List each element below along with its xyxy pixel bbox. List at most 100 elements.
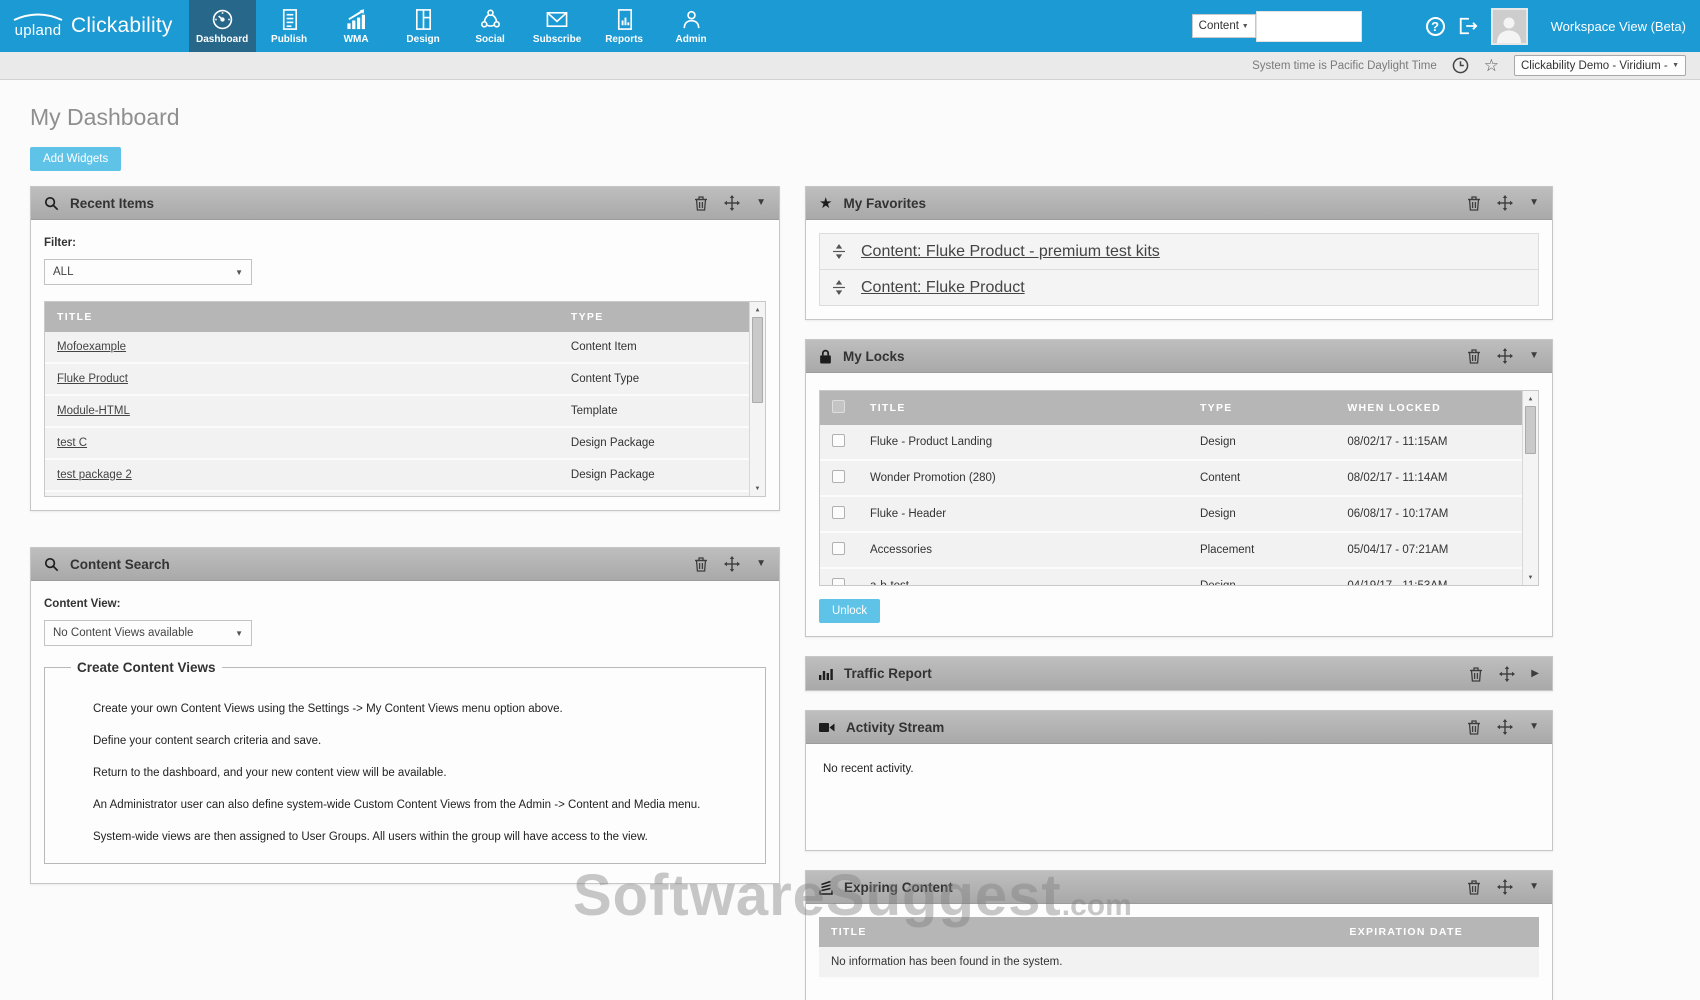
- column-header-type: TYPE: [559, 302, 749, 332]
- nav-item-subscribe[interactable]: Subscribe: [524, 0, 591, 52]
- nav-item-label: Publish: [271, 34, 307, 45]
- scrollbar-vertical[interactable]: ▼ ▼: [749, 302, 765, 496]
- content-search-header: Content Search: [31, 548, 779, 581]
- nav-utility-icons: ? Workspace View (Beta): [1426, 8, 1686, 45]
- upland-clickability-logo[interactable]: upland Clickability: [0, 0, 189, 52]
- scroll-down-icon[interactable]: ▼: [1523, 572, 1538, 585]
- move-widget-icon[interactable]: [1497, 195, 1513, 211]
- move-widget-icon[interactable]: [1499, 666, 1515, 682]
- delete-widget-icon[interactable]: [694, 195, 708, 211]
- content-view-select[interactable]: No Content Views available ▼: [44, 620, 252, 646]
- filter-value: ALL: [53, 266, 73, 278]
- drag-handle-icon[interactable]: [833, 280, 845, 295]
- my-favorites-widget: ★ My Favorites: [805, 186, 1553, 320]
- delete-widget-icon[interactable]: [1467, 719, 1481, 735]
- collapse-widget-icon[interactable]: ▼: [1529, 882, 1539, 892]
- nav-item-admin[interactable]: Admin: [658, 0, 725, 52]
- table-row: Fluke - Product Landing Design 08/02/17 …: [820, 425, 1522, 460]
- lock-title: Fluke - Header: [858, 496, 1188, 532]
- move-widget-icon[interactable]: [724, 556, 740, 572]
- collapse-widget-icon[interactable]: ▼: [1529, 198, 1539, 208]
- chevron-down-icon: ▼: [1242, 23, 1249, 30]
- nav-item-reports[interactable]: Reports: [591, 0, 658, 52]
- move-widget-icon[interactable]: [1497, 879, 1513, 895]
- scroll-up-icon[interactable]: ▼: [750, 302, 765, 315]
- lock-type: Content: [1188, 460, 1335, 496]
- dashboard-main: My Dashboard Add Widgets Recent Items: [0, 104, 1700, 1000]
- unlock-button[interactable]: Unlock: [819, 599, 880, 623]
- bar-chart-icon: [819, 667, 833, 681]
- recent-items-table-container: TITLE TYPE Mofoexample Content Item: [44, 301, 766, 497]
- move-widget-icon[interactable]: [1497, 719, 1513, 735]
- lock-type: Design: [1188, 496, 1335, 532]
- search-category-select[interactable]: Content ▼: [1192, 14, 1256, 38]
- workspace-selector[interactable]: Clickability Demo - Viridium - Cc ▼: [1514, 55, 1686, 76]
- favorite-row: Content: Fluke Product: [819, 269, 1539, 306]
- clock-icon[interactable]: [1452, 57, 1469, 74]
- row-checkbox[interactable]: [832, 434, 845, 447]
- table-row: Fluke Product Content Type: [45, 363, 749, 395]
- delete-widget-icon[interactable]: [1467, 348, 1481, 364]
- select-all-checkbox[interactable]: [832, 400, 845, 413]
- collapse-widget-icon[interactable]: ▼: [1529, 351, 1539, 361]
- row-checkbox[interactable]: [832, 506, 845, 519]
- column-header-title: TITLE: [45, 302, 559, 332]
- move-widget-icon[interactable]: [724, 195, 740, 211]
- recent-item-type: Content Item: [559, 332, 749, 363]
- scrollbar-thumb[interactable]: [1525, 406, 1536, 454]
- recent-item-link[interactable]: Fluke Product: [57, 373, 128, 385]
- instruction-text: System-wide views are then assigned to U…: [93, 831, 747, 843]
- my-locks-widget: My Locks: [805, 339, 1553, 637]
- add-widgets-button[interactable]: Add Widgets: [30, 147, 121, 171]
- nav-item-label: Social: [475, 34, 504, 45]
- recent-item-link[interactable]: test C: [57, 437, 87, 449]
- lock-title: Fluke - Product Landing: [858, 425, 1188, 460]
- collapse-widget-icon[interactable]: ▼: [756, 198, 766, 208]
- collapse-widget-icon[interactable]: ▼: [756, 559, 766, 569]
- logout-icon[interactable]: [1458, 16, 1478, 36]
- content-view-label: Content View:: [44, 598, 766, 610]
- nav-item-dashboard[interactable]: Dashboard: [189, 0, 256, 52]
- delete-widget-icon[interactable]: [1467, 195, 1481, 211]
- recent-item-link[interactable]: Module-HTML: [57, 405, 130, 417]
- row-checkbox[interactable]: [832, 578, 845, 586]
- row-checkbox[interactable]: [832, 470, 845, 483]
- collapse-widget-icon[interactable]: ▼: [1529, 722, 1539, 732]
- delete-widget-icon[interactable]: [1467, 879, 1481, 895]
- recent-items-filter-select[interactable]: ALL ▼: [44, 259, 252, 285]
- instruction-text: Return to the dashboard, and your new co…: [93, 767, 747, 779]
- nav-item-label: Reports: [605, 34, 643, 45]
- drag-handle-icon[interactable]: [833, 244, 845, 259]
- favorite-star-icon[interactable]: ☆: [1484, 57, 1499, 74]
- delete-widget-icon[interactable]: [1469, 666, 1483, 682]
- scrollbar-thumb[interactable]: [752, 317, 763, 403]
- row-checkbox[interactable]: [832, 542, 845, 555]
- widget-title: Recent Items: [70, 196, 154, 211]
- recent-item-link[interactable]: test package 2: [57, 469, 132, 481]
- lock-icon: [819, 349, 832, 364]
- user-avatar[interactable]: [1491, 8, 1528, 45]
- expand-widget-icon[interactable]: ▶: [1531, 669, 1539, 679]
- chevron-down-icon: ▼: [1672, 62, 1679, 69]
- traffic-report-header: Traffic Report: [806, 657, 1552, 690]
- nav-item-publish[interactable]: Publish: [256, 0, 323, 52]
- recent-item-link[interactable]: Mofoexample: [57, 341, 126, 353]
- move-widget-icon[interactable]: [1497, 348, 1513, 364]
- workspace-view-toggle[interactable]: Workspace View (Beta): [1551, 19, 1686, 34]
- table-row: Mofoexample Content Item: [45, 332, 749, 363]
- favorite-link[interactable]: Content: Fluke Product: [861, 279, 1025, 297]
- scroll-down-icon[interactable]: ▼: [750, 483, 765, 496]
- nav-item-social[interactable]: Social: [457, 0, 524, 52]
- nav-item-design[interactable]: Design: [390, 0, 457, 52]
- scroll-up-icon[interactable]: ▼: [1523, 391, 1538, 404]
- reports-document-icon: [614, 7, 635, 31]
- expiring-content-header: Expiring Content: [806, 871, 1552, 904]
- favorite-link[interactable]: Content: Fluke Product - premium test ki…: [861, 243, 1160, 261]
- my-locks-header: My Locks: [806, 340, 1552, 373]
- global-search-input[interactable]: [1256, 11, 1362, 42]
- scrollbar-vertical[interactable]: ▼ ▼: [1522, 391, 1538, 585]
- traffic-report-widget: Traffic Report: [805, 656, 1553, 691]
- help-icon[interactable]: ?: [1426, 17, 1445, 36]
- delete-widget-icon[interactable]: [694, 556, 708, 572]
- nav-item-wma[interactable]: WMA: [323, 0, 390, 52]
